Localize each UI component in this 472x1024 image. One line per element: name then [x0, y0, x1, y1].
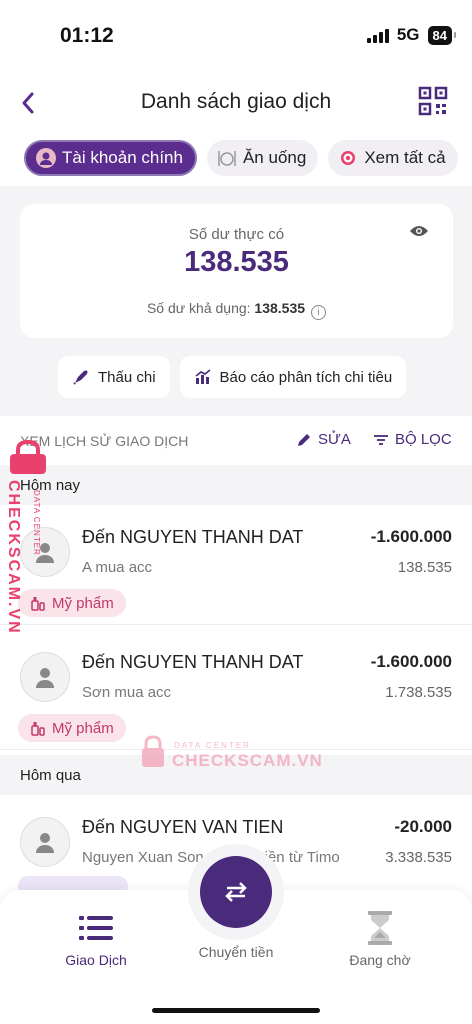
watermark-subtext: DATA CENTER — [174, 741, 251, 750]
chip-view-all[interactable]: Xem tất cả — [328, 140, 458, 176]
user-icon — [36, 668, 54, 688]
target-icon — [338, 148, 358, 168]
balance-amount: 138.535 — [184, 246, 289, 278]
recipient-name: Đến NGUYEN THANH DAT — [82, 652, 304, 672]
available-balance: Số dư khả dụng: 138.535 i — [20, 300, 453, 320]
transaction-amount: -1.600.000 — [370, 652, 452, 671]
page-title: Danh sách giao dịch — [140, 90, 332, 113]
avatar — [20, 817, 70, 867]
balance-after: 1.738.535 — [385, 684, 452, 701]
balance-label: Số dư thực có — [188, 226, 285, 243]
account-avatar-icon — [36, 148, 56, 168]
transaction-amount: -20.000 — [394, 817, 452, 836]
recipient-name: Đến NGUYEN VAN TIEN — [82, 817, 284, 837]
battery-icon: 84 — [427, 25, 457, 45]
network-label: 5G — [396, 25, 420, 44]
pencil-icon — [298, 433, 310, 446]
overdraft-button[interactable]: Thấu chi — [58, 356, 170, 398]
watermark-side: CHECKSCAM.VN DATA CENTER — [5, 440, 52, 640]
chip-label: Xem tất cả — [364, 148, 446, 167]
hourglass-icon — [362, 910, 398, 946]
info-icon[interactable]: i — [311, 305, 327, 320]
list-icon — [78, 910, 114, 946]
rocket-icon — [73, 370, 88, 385]
quick-actions: Thấu chi Báo cáo phân tích chi tiêu — [58, 356, 407, 398]
dining-icon — [217, 148, 237, 168]
home-indicator — [152, 1008, 320, 1013]
cosmetics-icon — [31, 722, 45, 736]
transaction-note: Sơn mua acc — [82, 684, 172, 701]
eye-icon[interactable] — [409, 224, 429, 238]
chip-label: Ăn uống — [242, 148, 307, 167]
status-bar: 01:12 5G 84 — [0, 0, 472, 70]
avatar — [20, 652, 70, 702]
nav-transfer[interactable]: Chuyển tiền — [176, 944, 296, 960]
day-header: Hôm nay — [0, 465, 472, 505]
watermark-text: CHECKSCAM.VN — [5, 480, 22, 635]
qr-code-icon — [418, 86, 448, 116]
watermark-subtext: DATA CENTER — [32, 490, 41, 556]
transfer-button[interactable] — [200, 856, 272, 928]
watermark-text: CHECKSCAM.VN — [172, 751, 323, 770]
table-row[interactable]: Đến NGUYEN THANH DAT A mua acc -1.600.00… — [0, 505, 472, 625]
filter-icon — [374, 434, 388, 445]
lock-icon — [142, 735, 164, 767]
user-icon — [36, 833, 54, 853]
balance-card: Số dư thực có 138.535 Số dư khả dụng: 13… — [20, 204, 453, 338]
page-header: Danh sách giao dịch — [0, 78, 472, 128]
edit-button[interactable]: SỬA — [296, 431, 351, 448]
watermark-center: DATA CENTER CHECKSCAM.VN — [140, 735, 322, 775]
balance-after: 3.338.535 — [385, 849, 452, 866]
spending-report-button[interactable]: Báo cáo phân tích chi tiêu — [179, 356, 407, 398]
filter-button[interactable]: BỘ LỌC — [373, 431, 452, 448]
category-tag[interactable]: Mỹ phẩm — [18, 714, 126, 742]
recipient-name: Đến NGUYEN THANH DAT — [82, 527, 304, 547]
qr-scan-button[interactable] — [418, 86, 448, 116]
status-time: 01:12 — [60, 24, 114, 47]
balance-after: 138.535 — [397, 559, 452, 576]
nav-pending[interactable]: Đang chờ — [320, 910, 440, 968]
table-row[interactable]: Đến NGUYEN THANH DAT Sơn mua acc -1.600.… — [0, 630, 472, 750]
chip-dining[interactable]: Ăn uống — [206, 140, 319, 176]
filter-chips: Tài khoản chính Ăn uống Xem tất cả — [24, 140, 472, 176]
nav-transactions[interactable]: Giao Dịch — [36, 910, 156, 968]
chip-main-account[interactable]: Tài khoản chính — [24, 140, 197, 176]
history-header: XEM LỊCH SỬ GIAO DỊCH SỬA BỘ LỌC — [0, 426, 472, 458]
chart-icon — [195, 369, 211, 384]
lock-icon — [10, 440, 46, 474]
signal-icon — [366, 27, 389, 43]
swap-arrows-icon — [225, 882, 247, 902]
transaction-amount: -1.600.000 — [370, 527, 452, 546]
transaction-note: A mua acc — [82, 559, 153, 576]
chip-label: Tài khoản chính — [62, 148, 183, 167]
